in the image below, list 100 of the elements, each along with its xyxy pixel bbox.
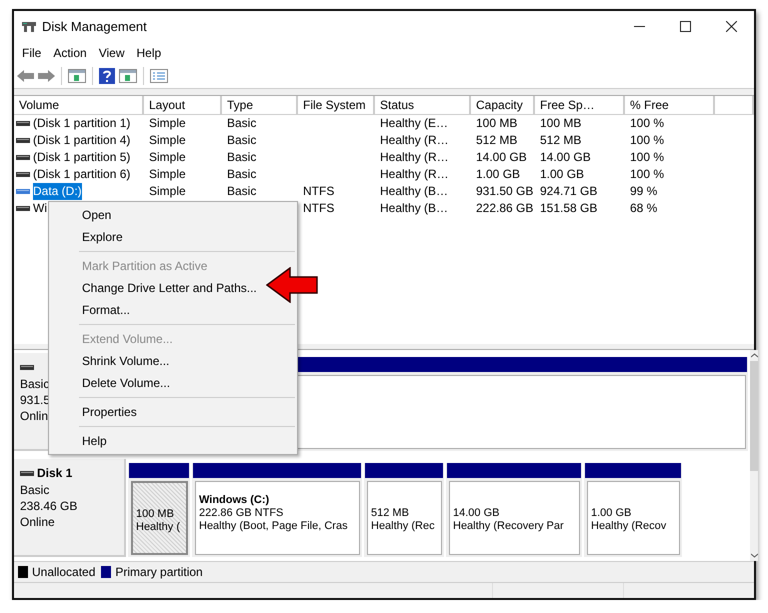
table-cell: Simple (149, 132, 186, 149)
table-cell: 100 MB (540, 115, 582, 132)
column-header[interactable]: Volume (14, 96, 144, 115)
pointer-arrow-icon (266, 267, 318, 303)
table-cell: Simple (149, 115, 186, 132)
disk-info: Basic (20, 483, 50, 497)
partition-info: 512 MB (371, 507, 410, 519)
table-cell: 99 % (630, 183, 658, 200)
volume-name[interactable]: (Disk 1 partition 6) (33, 166, 130, 183)
table-cell: Simple (149, 166, 186, 183)
table-cell: NTFS (303, 200, 334, 217)
column-header[interactable]: File System (298, 96, 375, 115)
table-cell: NTFS (303, 183, 334, 200)
context-menu-item[interactable]: Change Drive Letter and Paths... (49, 277, 257, 299)
volume-name[interactable]: Data (D:) (33, 183, 82, 200)
list-icon[interactable] (150, 69, 168, 83)
drive-icon (20, 364, 34, 370)
partition-info: 14.00 GB (453, 507, 500, 519)
table-cell: 14.00 GB (540, 149, 591, 166)
partition-block[interactable]: 14.00 GB Healthy (Recovery Par (449, 481, 580, 555)
table-cell: Simple (149, 183, 186, 200)
context-menu-item[interactable]: Open (49, 204, 112, 226)
column-header[interactable]: Layout (144, 96, 222, 115)
table-cell: Healthy (R… (380, 166, 449, 183)
partition-block[interactable]: 100 MB Healthy ( (131, 481, 188, 555)
volume-name[interactable]: (Disk 1 partition 1) (33, 115, 130, 132)
table-cell: 512 MB (476, 132, 518, 149)
volume-name[interactable]: (Disk 1 partition 5) (33, 149, 130, 166)
table-cell: 100 % (630, 166, 664, 183)
context-menu-item[interactable]: Explore (49, 226, 123, 248)
column-header[interactable]: Status (375, 96, 471, 115)
partition-block[interactable]: Windows (C:) 222.86 GB NTFS Healthy (Boot, Page File, Cras (195, 481, 360, 555)
table-cell: Basic (227, 166, 256, 183)
table-cell: Basic (227, 132, 256, 149)
table-cell: 512 MB (540, 132, 582, 149)
table-cell: 222.86 GB (476, 200, 534, 217)
action-pane-icon[interactable] (119, 69, 137, 83)
table-cell: 100 MB (476, 115, 518, 132)
partition-title: Windows (C:) (199, 494, 270, 506)
table-cell: 100 % (630, 149, 664, 166)
disk-info: 238.46 GB (20, 499, 78, 513)
partition-block[interactable]: 512 MB Healthy (Rec (367, 481, 442, 555)
legend-label: Primary partition (115, 565, 203, 579)
table-cell: 151.58 GB (540, 200, 598, 217)
partition-bar (129, 463, 189, 478)
close-icon (726, 21, 736, 32)
menu-item[interactable]: File (16, 46, 48, 60)
context-menu-item[interactable]: Shrink Volume... (49, 350, 170, 372)
back-icon[interactable] (17, 69, 34, 83)
context-menu-item[interactable]: Format... (49, 299, 130, 321)
console-pane-icon[interactable] (68, 69, 86, 83)
table-cell: 924.71 GB (540, 183, 598, 200)
table-cell: Healthy (R… (380, 149, 449, 166)
disk-name: Disk 1 (37, 466, 72, 480)
window-title: Disk Management (42, 19, 147, 34)
table-cell: 1.00 GB (540, 166, 584, 183)
disk-info: Onlin (20, 409, 48, 423)
table-cell: Healthy (B… (380, 183, 448, 200)
help-icon[interactable] (99, 68, 115, 84)
legend-label: Unallocated (32, 565, 96, 579)
partition-info: Healthy ( (136, 521, 182, 533)
maximize-icon (680, 21, 690, 32)
scroll-down-icon[interactable] (750, 553, 758, 558)
partition-block[interactable]: 1.00 GB Healthy (Recov (587, 481, 680, 555)
table-cell: 100 % (630, 115, 664, 132)
partition-info: Healthy (Boot, Page File, Cras (199, 520, 349, 532)
column-header[interactable]: Capacity (471, 96, 535, 115)
table-cell: Healthy (E… (380, 115, 448, 132)
table-cell: 14.00 GB (476, 149, 527, 166)
volume-name[interactable]: (Disk 1 partition 4) (33, 132, 130, 149)
table-cell: 100 % (630, 132, 664, 149)
context-menu-item[interactable]: Properties (49, 401, 137, 423)
scroll-up-icon[interactable] (750, 353, 758, 358)
column-header[interactable]: Free Sp… (535, 96, 625, 115)
partition-info: 100 MB (136, 508, 175, 520)
menu-item[interactable]: Help (130, 46, 168, 60)
column-header[interactable]: % Free (625, 96, 715, 115)
disk-info: Basic (20, 377, 50, 391)
table-cell: Basic (227, 183, 256, 200)
drive-icon (20, 470, 34, 476)
menu-item[interactable]: View (92, 46, 130, 60)
context-menu-item[interactable]: Help (49, 430, 107, 452)
volume-name[interactable]: Wi (33, 200, 47, 217)
scrollbar[interactable] (750, 350, 758, 561)
table-cell: 931.50 GB (476, 183, 534, 200)
column-header[interactable]: Type (222, 96, 298, 115)
context-menu-item[interactable]: Delete Volume... (49, 372, 170, 394)
partition-info: 1.00 GB (591, 507, 632, 519)
table-cell: Healthy (R… (380, 132, 449, 149)
table-cell: Simple (149, 149, 186, 166)
forward-icon[interactable] (38, 69, 55, 83)
partition-info: 222.86 GB NTFS (199, 507, 284, 519)
table-cell: 68 % (630, 200, 658, 217)
partition-info: Healthy (Rec (371, 520, 436, 532)
disk-info: Online (20, 515, 55, 529)
table-cell: 1.00 GB (476, 166, 520, 183)
disk-management-icon (22, 20, 36, 32)
table-cell: Healthy (B… (380, 200, 448, 217)
menu-item[interactable]: Action (47, 46, 93, 60)
partition-info: Healthy (Recovery Par (453, 520, 565, 532)
